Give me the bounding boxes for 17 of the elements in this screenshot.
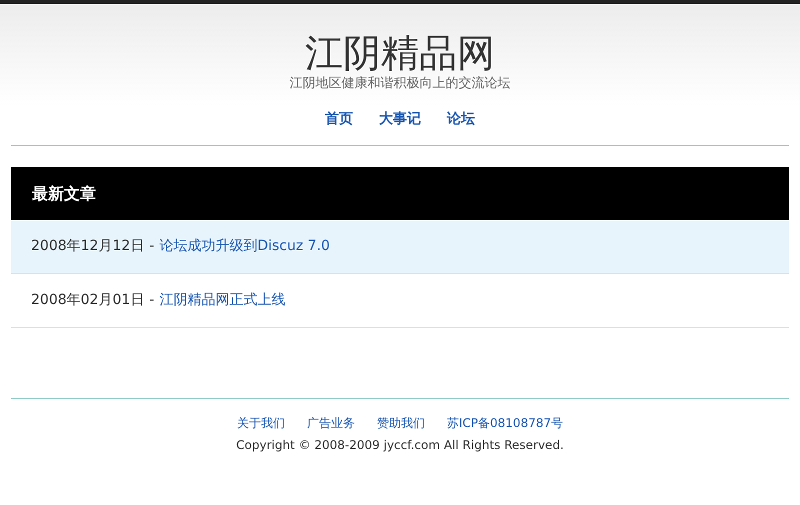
separator: -: [149, 291, 154, 310]
section-heading: 最新文章: [32, 182, 96, 204]
article-link[interactable]: 江阴精品网正式上线: [159, 290, 286, 311]
site-tagline: 江阴地区健康和谐积极向上的交流论坛: [290, 75, 510, 93]
article-date: 2008年02月01日: [31, 291, 144, 310]
nav-link[interactable]: 大事记: [379, 109, 421, 129]
separator: -: [149, 237, 154, 256]
nav-link[interactable]: 论坛: [447, 109, 475, 129]
article-link[interactable]: 论坛成功升级到Discuz 7.0: [159, 236, 330, 257]
site-title: 江阴精品网: [305, 31, 495, 75]
copyright-text: Copyright © 2008-2009 jyccf.com All Rights Reserved.: [235, 437, 565, 454]
footer-link[interactable]: 广告业务: [306, 414, 355, 432]
footer-link[interactable]: 关于我们: [236, 414, 285, 432]
nav-link[interactable]: 首页: [325, 109, 353, 129]
article-date: 2008年12月12日: [31, 237, 144, 256]
footer-link[interactable]: 苏ICP备08108787号: [446, 414, 564, 432]
footer-link[interactable]: 赞助我们: [376, 414, 425, 432]
